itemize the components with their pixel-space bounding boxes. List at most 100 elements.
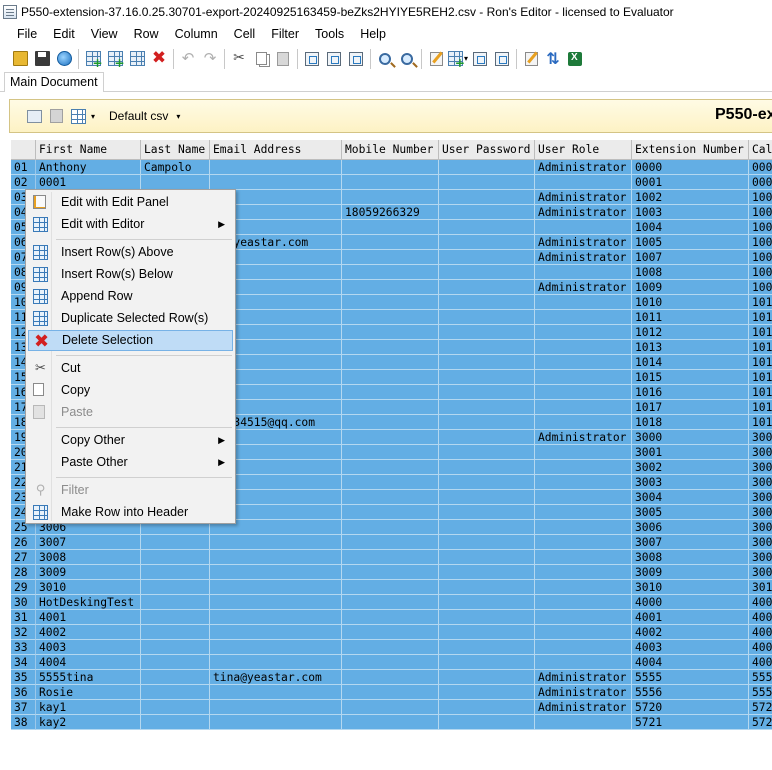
cell-caller-id[interactable]: 300 xyxy=(749,475,772,490)
sort-button[interactable]: ⇅ xyxy=(542,48,564,70)
cell-last-name[interactable]: Campolo xyxy=(141,160,210,175)
cell-caller-id[interactable]: 400 xyxy=(749,655,772,670)
cell-mobile-number[interactable] xyxy=(342,655,439,670)
frame-button-1[interactable] xyxy=(301,48,323,70)
cell-extension-number[interactable]: 5556 xyxy=(632,685,749,700)
menu-help[interactable]: Help xyxy=(352,24,394,45)
cell-mobile-number[interactable] xyxy=(342,160,439,175)
menu-view[interactable]: View xyxy=(83,24,126,45)
header-user-role[interactable]: User Role xyxy=(535,140,632,160)
cell-mobile-number[interactable] xyxy=(342,190,439,205)
editor-button[interactable]: ▾ xyxy=(447,48,469,70)
cell-user-password[interactable] xyxy=(439,160,535,175)
cell-extension-number[interactable]: 4000 xyxy=(632,595,749,610)
cell-extension-number[interactable]: 3010 xyxy=(632,580,749,595)
cell-extension-number[interactable]: 3003 xyxy=(632,475,749,490)
cell-user-password[interactable] xyxy=(439,685,535,700)
cell-mobile-number[interactable] xyxy=(342,475,439,490)
cell-first-name[interactable]: HotDeskingTest xyxy=(36,595,141,610)
cell-user-role[interactable]: Administrator xyxy=(535,700,632,715)
cell-caller-id[interactable]: 000 xyxy=(749,175,772,190)
cell-mobile-number[interactable] xyxy=(342,565,439,580)
cell-extension-number[interactable]: 3007 xyxy=(632,535,749,550)
table-view-button[interactable] xyxy=(67,105,89,127)
cell-user-password[interactable] xyxy=(439,280,535,295)
cell-user-role[interactable] xyxy=(535,355,632,370)
cell-user-password[interactable] xyxy=(439,460,535,475)
cell-user-password[interactable] xyxy=(439,580,535,595)
cell-extension-number[interactable]: 3008 xyxy=(632,550,749,565)
cell-user-role[interactable] xyxy=(535,505,632,520)
cell-user-role[interactable] xyxy=(535,385,632,400)
cell-user-password[interactable] xyxy=(439,205,535,220)
cell-user-password[interactable] xyxy=(439,355,535,370)
cell-first-name[interactable]: 3007 xyxy=(36,535,141,550)
cell-extension-number[interactable]: 0000 xyxy=(632,160,749,175)
cell-last-name[interactable] xyxy=(141,175,210,190)
table-row[interactable]: 38 kay2 5721 572 xyxy=(11,715,772,730)
table-row[interactable]: 37 kay1 Administrator 5720 572 xyxy=(11,700,772,715)
cell-mobile-number[interactable] xyxy=(342,310,439,325)
cell-user-role[interactable] xyxy=(535,520,632,535)
cell-user-password[interactable] xyxy=(439,295,535,310)
cell-caller-id[interactable]: 101 xyxy=(749,370,772,385)
cell-extension-number[interactable]: 1008 xyxy=(632,265,749,280)
menu-item-duplicate-selected-row-s[interactable]: Duplicate Selected Row(s) xyxy=(28,308,233,329)
cell-caller-id[interactable]: 300 xyxy=(749,520,772,535)
cell-extension-number[interactable]: 1015 xyxy=(632,370,749,385)
cell-user-password[interactable] xyxy=(439,625,535,640)
cell-email-address[interactable] xyxy=(210,160,342,175)
cell-email-address[interactable] xyxy=(210,550,342,565)
cell-mobile-number[interactable] xyxy=(342,175,439,190)
cell-user-role[interactable] xyxy=(535,490,632,505)
cell-user-password[interactable] xyxy=(439,445,535,460)
duplicate-button[interactable] xyxy=(126,48,148,70)
cell-mobile-number[interactable] xyxy=(342,430,439,445)
cell-caller-id[interactable]: 300 xyxy=(749,565,772,580)
cell-user-password[interactable] xyxy=(439,715,535,730)
table-row[interactable]: 26 3007 3007 300 xyxy=(11,535,772,550)
cell-user-role[interactable] xyxy=(535,610,632,625)
cell-user-password[interactable] xyxy=(439,610,535,625)
cell-extension-number[interactable]: 1010 xyxy=(632,295,749,310)
cell-extension-number[interactable]: 3000 xyxy=(632,430,749,445)
cell-extension-number[interactable]: 1011 xyxy=(632,310,749,325)
menu-edit[interactable]: Edit xyxy=(45,24,83,45)
cell-first-name[interactable]: 5555tina xyxy=(36,670,141,685)
frame-button-3[interactable] xyxy=(345,48,367,70)
header-row-number[interactable] xyxy=(11,140,36,160)
cell-extension-number[interactable]: 3001 xyxy=(632,445,749,460)
cell-user-role[interactable] xyxy=(535,295,632,310)
cell-caller-id[interactable]: 101 xyxy=(749,325,772,340)
cell-user-password[interactable] xyxy=(439,535,535,550)
menu-cell[interactable]: Cell xyxy=(226,24,264,45)
cell-extension-number[interactable]: 4003 xyxy=(632,640,749,655)
cell-user-role[interactable] xyxy=(535,415,632,430)
cell-last-name[interactable] xyxy=(141,565,210,580)
cell-first-name[interactable]: 3009 xyxy=(36,565,141,580)
cell-row-number[interactable]: 35 xyxy=(11,670,36,685)
cell-mobile-number[interactable] xyxy=(342,280,439,295)
cell-caller-id[interactable]: 400 xyxy=(749,595,772,610)
cell-extension-number[interactable]: 5555 xyxy=(632,670,749,685)
cell-extension-number[interactable]: 3005 xyxy=(632,505,749,520)
cell-user-role[interactable] xyxy=(535,445,632,460)
cell-caller-id[interactable]: 400 xyxy=(749,625,772,640)
cell-user-role[interactable] xyxy=(535,565,632,580)
cell-caller-id[interactable]: 101 xyxy=(749,400,772,415)
cell-user-role[interactable] xyxy=(535,265,632,280)
cell-user-role[interactable]: Administrator xyxy=(535,160,632,175)
cell-row-number[interactable]: 29 xyxy=(11,580,36,595)
cell-mobile-number[interactable] xyxy=(342,580,439,595)
tab-main-document[interactable]: Main Document xyxy=(4,72,104,92)
cell-mobile-number[interactable] xyxy=(342,445,439,460)
table-row[interactable]: 32 4002 4002 400 xyxy=(11,625,772,640)
table-row[interactable]: 29 3010 3010 301 xyxy=(11,580,772,595)
cell-user-password[interactable] xyxy=(439,325,535,340)
cell-user-password[interactable] xyxy=(439,190,535,205)
header-extension-number[interactable]: Extension Number xyxy=(632,140,749,160)
find-button[interactable] xyxy=(374,48,396,70)
cell-user-password[interactable] xyxy=(439,475,535,490)
cell-row-number[interactable]: 30 xyxy=(11,595,36,610)
cell-caller-id[interactable]: 400 xyxy=(749,640,772,655)
